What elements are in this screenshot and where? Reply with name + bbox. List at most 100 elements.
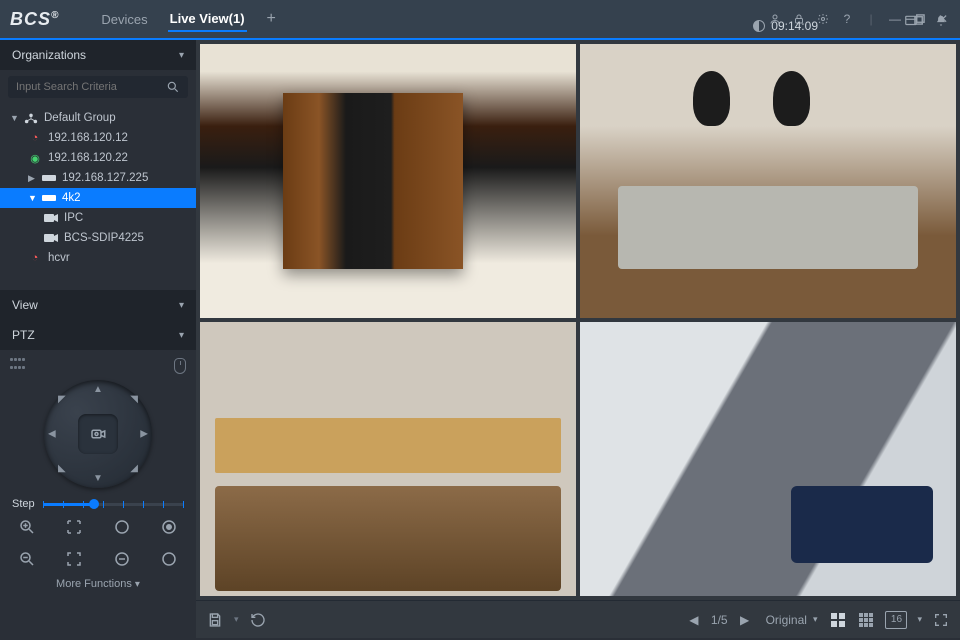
pager: ◀ 1/5 ▶ <box>685 611 754 629</box>
tab-bar: Devices Live View(1) + <box>99 6 278 32</box>
sidebar: Organizations ▾ ▼ Default Group ◔ 192.16… <box>0 40 196 600</box>
step-label: Step <box>12 498 35 510</box>
bottom-toolbar: ▾ ◀ 1/5 ▶ Original ▾ 16 ▾ <box>196 600 960 638</box>
tree-label: BCS-SDIP4225 <box>64 232 144 244</box>
tab-devices[interactable]: Devices <box>99 8 149 31</box>
caret-down-icon: ▼ <box>28 193 36 203</box>
ptz-left-icon[interactable]: ◀ <box>48 429 56 440</box>
organizations-label: Organizations <box>12 48 86 62</box>
zoom-in-icon[interactable] <box>16 516 38 538</box>
video-tile-2[interactable] <box>580 44 956 318</box>
tree-label: 4k2 <box>62 192 81 204</box>
camera-icon <box>44 231 58 245</box>
device-tree: ▼ Default Group ◔ 192.168.120.12 ◉ 192.1… <box>0 104 196 278</box>
ptz-up-icon[interactable]: ▲ <box>93 384 103 395</box>
tree-label: IPC <box>64 212 83 224</box>
ptz-nw-icon[interactable]: ◤ <box>58 394 66 405</box>
live-view-area <box>196 40 960 600</box>
nvr-icon <box>42 171 56 185</box>
ptz-wheel[interactable]: ▲ ▼ ◀ ▶ ◥ ◤ ◢ ◣ <box>44 380 152 488</box>
chevron-down-icon: ▾ <box>179 330 184 341</box>
tree-label: 192.168.120.12 <box>48 132 128 144</box>
caret-right-icon: ▶ <box>28 173 36 184</box>
focus-near-icon[interactable] <box>63 516 85 538</box>
minimize-icon[interactable]: — <box>888 12 902 26</box>
search-icon[interactable] <box>166 80 180 94</box>
chevron-down-icon: ▾ <box>813 614 818 625</box>
save-icon[interactable] <box>206 611 224 629</box>
help-icon[interactable]: ? <box>840 12 854 26</box>
search-box[interactable] <box>8 76 188 98</box>
status-online-icon: ◉ <box>28 151 42 165</box>
layout-9-icon[interactable] <box>857 611 875 629</box>
tree-label: 192.168.120.22 <box>48 152 128 164</box>
page-indicator: 1/5 <box>711 613 728 627</box>
tree-4k2[interactable]: ▼ 4k2 <box>0 188 196 208</box>
status-offline-icon: ◔ <box>28 131 42 145</box>
camera-icon <box>44 211 58 225</box>
search-input[interactable] <box>16 81 166 93</box>
video-tile-3[interactable] <box>200 322 576 596</box>
mouse-control-icon[interactable] <box>174 358 186 374</box>
ptz-label: PTZ <box>12 328 35 342</box>
tree-label: hcvr <box>48 252 70 264</box>
iris-close-icon[interactable] <box>111 548 133 570</box>
tree-device[interactable]: ◔ 192.168.120.12 <box>0 128 196 148</box>
ptz-header[interactable]: PTZ ▾ <box>0 320 196 350</box>
ptz-hub-icon[interactable] <box>78 414 118 454</box>
clock-icon <box>753 20 765 32</box>
more-functions[interactable]: More Functions ▾ <box>10 578 186 598</box>
tree-default-group[interactable]: ▼ Default Group <box>0 108 196 128</box>
video-grid <box>196 40 960 600</box>
clock: 09:14:09 <box>753 19 818 33</box>
page-next-icon[interactable]: ▶ <box>736 611 754 629</box>
ptz-panel: ▲ ▼ ◀ ▶ ◥ ◤ ◢ ◣ Step <box>0 350 196 604</box>
page-prev-icon[interactable]: ◀ <box>685 611 703 629</box>
aux-off-icon[interactable] <box>158 548 180 570</box>
tree-label: Default Group <box>44 112 116 124</box>
tab-live-view[interactable]: Live View(1) <box>168 7 247 32</box>
view-label: View <box>12 298 38 312</box>
view-header[interactable]: View ▾ <box>0 290 196 320</box>
ptz-down-icon[interactable]: ▼ <box>93 473 103 484</box>
chevron-down-icon: ▾ <box>179 300 184 311</box>
layout-custom-button[interactable]: 16 <box>885 611 907 629</box>
tree-nvr[interactable]: ▶ 192.168.127.225 <box>0 168 196 188</box>
tree-device[interactable]: ◉ 192.168.120.22 <box>0 148 196 168</box>
layout-toggle-icon[interactable] <box>902 12 920 30</box>
aspect-ratio-label: Original <box>766 613 807 627</box>
app-logo: BCS® <box>10 9 59 30</box>
tree-device[interactable]: ◔ hcvr <box>0 248 196 268</box>
fullscreen-icon[interactable] <box>932 611 950 629</box>
chevron-down-icon[interactable]: ▾ <box>234 614 239 625</box>
chevron-down-icon[interactable]: ▾ <box>917 614 922 625</box>
chevron-down-icon: ▾ <box>179 50 184 61</box>
zoom-out-icon[interactable] <box>16 548 38 570</box>
tree-label: 192.168.127.225 <box>62 172 148 184</box>
bell-icon[interactable] <box>932 12 950 30</box>
clock-time: 09:14:09 <box>771 19 818 33</box>
refresh-icon[interactable] <box>249 611 267 629</box>
layout-4-icon[interactable] <box>829 611 847 629</box>
tree-channel[interactable]: BCS-SDIP4225 <box>0 228 196 248</box>
iris-open-icon[interactable] <box>111 516 133 538</box>
aspect-ratio-select[interactable]: Original ▾ <box>766 613 818 627</box>
tab-add[interactable]: + <box>265 6 278 32</box>
divider-icon: | <box>864 12 878 26</box>
step-slider[interactable] <box>43 503 184 506</box>
aux-on-icon[interactable] <box>158 516 180 538</box>
status-offline-icon: ◔ <box>28 251 42 265</box>
ptz-sw-icon[interactable]: ◣ <box>58 463 66 474</box>
ptz-right-icon[interactable]: ▶ <box>140 429 148 440</box>
org-icon <box>24 111 38 125</box>
nvr-icon <box>42 191 56 205</box>
video-tile-4[interactable] <box>580 322 956 596</box>
ptz-se-icon[interactable]: ◢ <box>130 463 138 474</box>
organizations-header[interactable]: Organizations ▾ <box>0 40 196 70</box>
ptz-ne-icon[interactable]: ◥ <box>130 394 138 405</box>
gear-icon[interactable] <box>816 12 830 26</box>
focus-far-icon[interactable] <box>63 548 85 570</box>
tree-channel[interactable]: IPC <box>0 208 196 228</box>
ptz-preset-grid-icon[interactable] <box>10 358 28 372</box>
video-tile-1[interactable] <box>200 44 576 318</box>
